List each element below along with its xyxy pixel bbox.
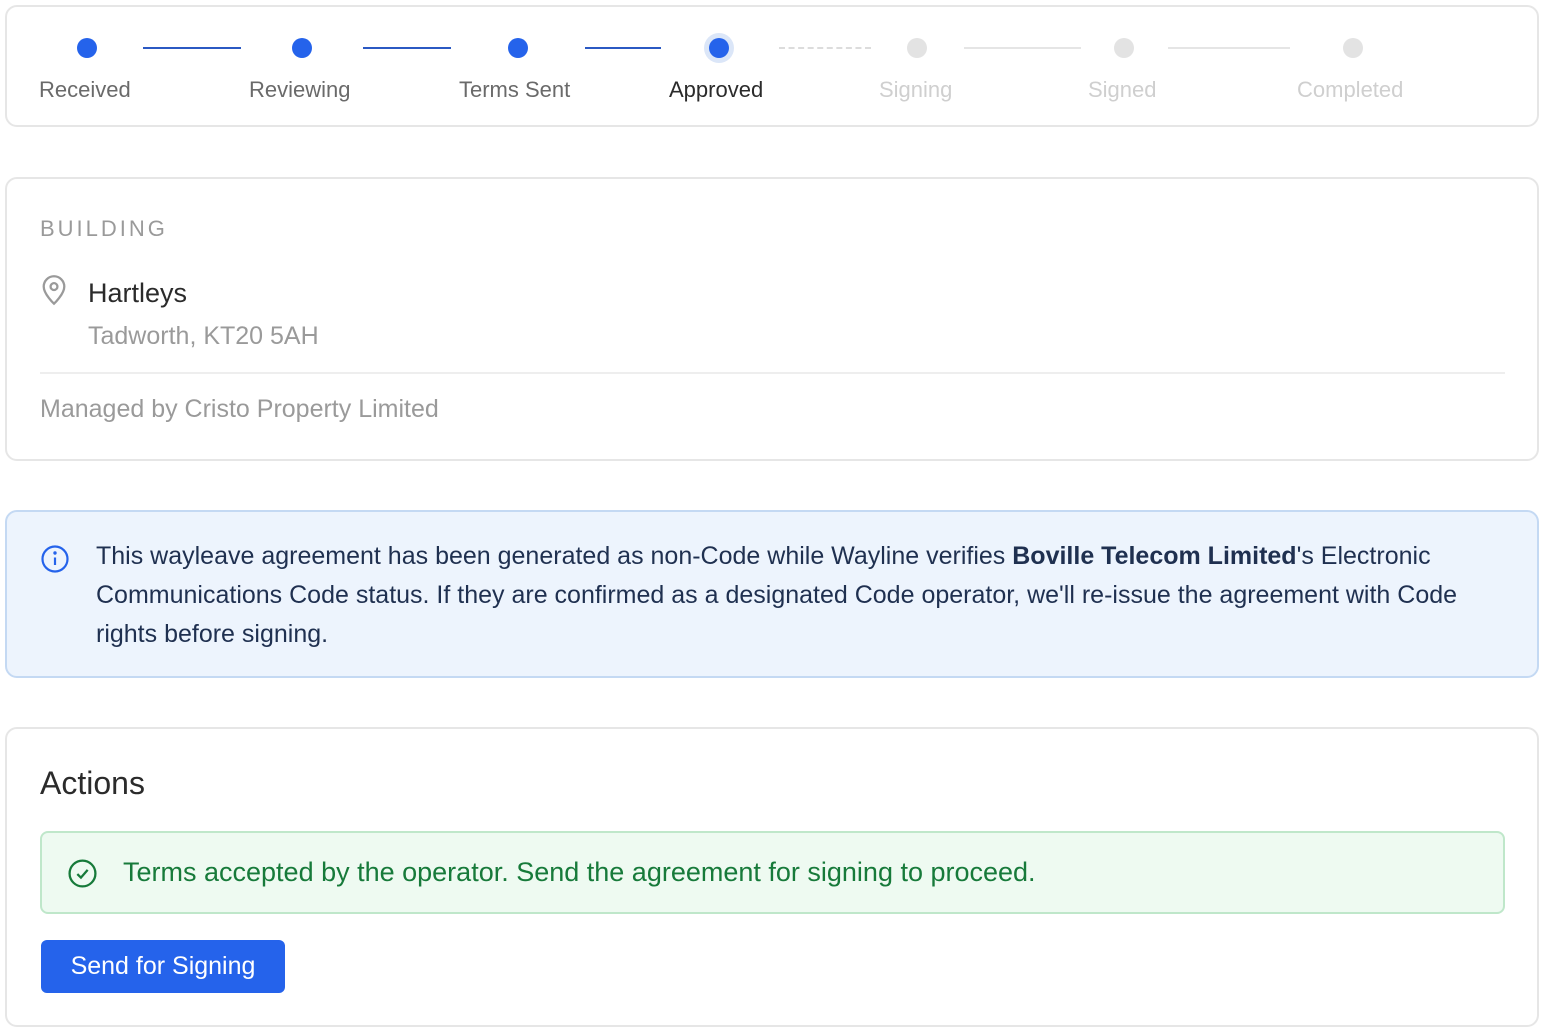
actions-title: Actions	[40, 765, 145, 801]
step-connector	[779, 47, 871, 49]
building-card: BUILDING Hartleys Tadworth, KT20 5AH Man…	[5, 177, 1539, 461]
step-connector	[143, 47, 241, 49]
step-dot-pending	[1114, 38, 1134, 58]
step-label: Signed	[1088, 77, 1157, 102]
section-label: BUILDING	[40, 216, 168, 241]
send-for-signing-button[interactable]: Send for Signing	[41, 940, 285, 993]
info-icon	[41, 545, 69, 573]
step-dot-done	[508, 38, 528, 58]
building-name: Hartleys	[88, 278, 188, 308]
step-label: Received	[39, 77, 131, 102]
step-label: Approved	[669, 77, 764, 102]
step-label: Completed	[1297, 77, 1404, 102]
step-dot-done	[77, 38, 97, 58]
actions-card: Actions Terms accepted by the operator. …	[5, 727, 1539, 1027]
step-label: Terms Sent	[459, 77, 571, 102]
building-address: Tadworth, KT20 5AH	[88, 322, 319, 350]
progress-stepper: Received Reviewing Terms Sent Approved S…	[5, 5, 1539, 127]
step-connector	[585, 47, 661, 49]
info-notice-text: This wayleave agreement has been generat…	[96, 537, 1506, 654]
success-message: Terms accepted by the operator. Send the…	[123, 857, 1036, 887]
managed-by: Managed by Cristo Property Limited	[40, 395, 439, 423]
step-label: Reviewing	[249, 77, 351, 102]
step-dot-pending	[1343, 38, 1363, 58]
check-circle-icon	[68, 859, 97, 888]
step-connector	[964, 47, 1081, 49]
map-pin-icon	[42, 275, 66, 306]
info-notice: This wayleave agreement has been generat…	[5, 510, 1539, 678]
step-connector	[1168, 47, 1290, 49]
step-connector	[363, 47, 451, 49]
operator-name: Boville Telecom Limited	[1012, 542, 1297, 570]
step-label: Signing	[879, 77, 953, 102]
step-dot-done	[292, 38, 312, 58]
info-text-before: This wayleave agreement has been generat…	[96, 542, 1013, 570]
divider	[40, 372, 1505, 374]
step-dot-pending	[907, 38, 927, 58]
step-dot-current	[709, 38, 729, 58]
success-alert: Terms accepted by the operator. Send the…	[40, 831, 1505, 914]
